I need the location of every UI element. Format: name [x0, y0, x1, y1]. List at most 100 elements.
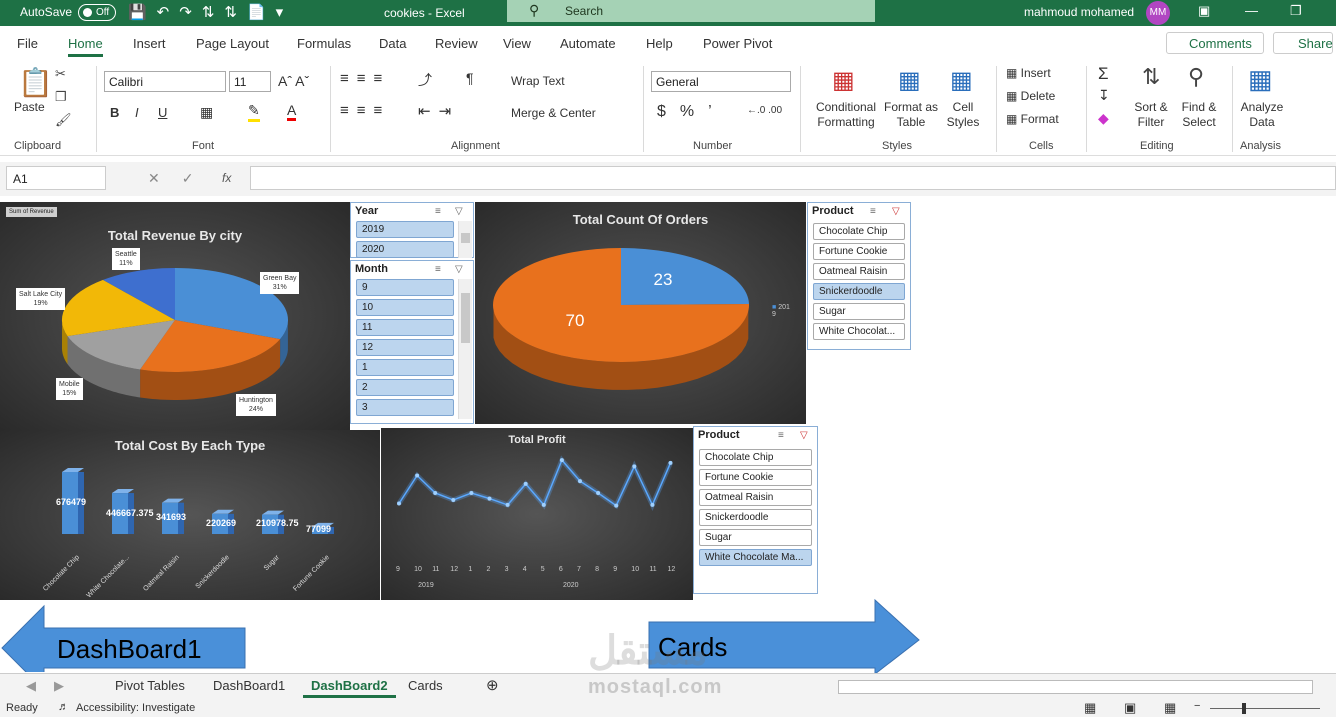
- autosum-icon[interactable]: Σ: [1098, 64, 1109, 84]
- conditional-formatting-button[interactable]: Conditional Formatting: [812, 100, 880, 130]
- slicer-item[interactable]: Sugar: [813, 303, 905, 320]
- restore-icon[interactable]: ❐: [1290, 3, 1302, 19]
- menu-view[interactable]: View: [503, 36, 531, 51]
- horizontal-align-icons[interactable]: ≡≡≡: [340, 102, 390, 119]
- format-table-icon[interactable]: ▦: [898, 66, 921, 95]
- fill-icon[interactable]: ↧: [1098, 87, 1110, 104]
- italic-button[interactable]: I: [135, 105, 139, 120]
- formula-icons[interactable]: ✕✓: [148, 170, 215, 187]
- analyze-data-button[interactable]: Analyze Data: [1238, 100, 1286, 130]
- slicer-item[interactable]: 12: [356, 339, 454, 356]
- worksheet[interactable]: Sum of Revenue Total Revenue By city Gre…: [0, 196, 1336, 674]
- share-button[interactable]: Share: [1273, 32, 1333, 54]
- delete-cells-button[interactable]: ▦ Delete: [1006, 89, 1055, 103]
- borders-icon[interactable]: ▦: [200, 104, 213, 121]
- slicer-item[interactable]: 9: [356, 279, 454, 296]
- menu-file[interactable]: File: [17, 36, 38, 51]
- horizontal-scrollbar[interactable]: [838, 680, 1313, 694]
- sort-filter-button[interactable]: Sort & Filter: [1130, 100, 1172, 130]
- search-box[interactable]: ⚲ Search: [507, 0, 875, 22]
- wrap-text-button[interactable]: Wrap Text: [511, 74, 565, 88]
- slicer-item[interactable]: Oatmeal Raisin: [813, 263, 905, 280]
- sort-filter-icon[interactable]: ⇅: [1142, 64, 1160, 90]
- menu-home[interactable]: Home: [68, 36, 103, 57]
- scroll-thumb[interactable]: [461, 233, 470, 243]
- font-color-icon[interactable]: A: [287, 102, 297, 121]
- multi-select-icon[interactable]: ≡: [870, 206, 876, 217]
- product-slicer-2[interactable]: Product ≡ ▽ Chocolate Chip Fortune Cookie…: [693, 426, 818, 594]
- menu-insert[interactable]: Insert: [133, 36, 166, 51]
- number-format-icons[interactable]: $%’: [657, 103, 726, 121]
- slicer-item[interactable]: 10: [356, 299, 454, 316]
- tab-dashboard2[interactable]: DashBoard2: [303, 678, 396, 698]
- normal-view-icon[interactable]: ▦: [1084, 700, 1096, 716]
- scroll-thumb[interactable]: [461, 293, 470, 343]
- number-format-select[interactable]: General: [651, 71, 791, 92]
- formula-input[interactable]: [250, 166, 1336, 190]
- menu-help[interactable]: Help: [646, 36, 673, 51]
- indent-icons[interactable]: ⇤⇥: [418, 102, 459, 120]
- cut-icon[interactable]: ✂: [55, 66, 66, 82]
- accessibility-icon[interactable]: ♬: [58, 701, 69, 713]
- add-sheet-icon[interactable]: ⊕: [486, 676, 499, 694]
- multi-select-icon[interactable]: ≡: [435, 206, 441, 217]
- profit-chart[interactable]: Total Profit 9 10 11 12 1 2 3 4 5 6 7 8 9 10 11 12 2019 2…: [381, 428, 693, 600]
- slicer-item[interactable]: 11: [356, 319, 454, 336]
- font-name-select[interactable]: Calibri: [104, 71, 226, 92]
- month-slicer[interactable]: Month ≡ ▽ 9 10 11 12 1 2 3: [350, 260, 474, 424]
- slicer-item[interactable]: 3: [356, 399, 454, 416]
- slicer-item[interactable]: Sugar: [699, 529, 812, 546]
- format-painter-icon[interactable]: 🖌: [55, 112, 72, 128]
- copy-icon[interactable]: ❐: [55, 89, 67, 105]
- autosave-toggle[interactable]: Off: [78, 4, 116, 21]
- orders-chart[interactable]: Total Count Of Orders 23 70 ■ 2019: [475, 202, 806, 424]
- orientation-icon[interactable]: ⤴: [418, 70, 432, 90]
- slicer-item[interactable]: White Chocolate Ma...: [699, 549, 812, 566]
- font-size-select[interactable]: 11: [229, 71, 271, 92]
- underline-button[interactable]: U: [158, 105, 167, 120]
- clear-filter-icon[interactable]: ▽: [455, 206, 463, 217]
- minimize-icon[interactable]: —: [1245, 3, 1258, 18]
- merge-center-button[interactable]: Merge & Center: [511, 106, 596, 120]
- slicer-item[interactable]: Chocolate Chip: [813, 223, 905, 240]
- page-break-view-icon[interactable]: ▦: [1164, 700, 1176, 716]
- next-sheet-icon[interactable]: ▶: [54, 678, 64, 694]
- slicer-scrollbar[interactable]: [458, 279, 472, 419]
- slicer-item[interactable]: White Chocolat...: [813, 323, 905, 340]
- slicer-item[interactable]: Snickerdoodle: [813, 283, 905, 300]
- menu-review[interactable]: Review: [435, 36, 478, 51]
- cost-chart[interactable]: Total Cost By Each Type 676479 Chocolate …: [0, 430, 380, 600]
- year-slicer[interactable]: Year ≡ ▽ 2019 2020: [350, 202, 474, 258]
- slicer-item[interactable]: 2: [356, 379, 454, 396]
- slicer-item[interactable]: Chocolate Chip: [699, 449, 812, 466]
- dashboard1-link[interactable]: DashBoard1: [57, 634, 202, 665]
- slicer-item[interactable]: 2020: [356, 241, 454, 258]
- format-cells-button[interactable]: ▦ Format: [1006, 112, 1059, 126]
- tab-pivot-tables[interactable]: Pivot Tables: [115, 678, 185, 693]
- slicer-item[interactable]: Snickerdoodle: [699, 509, 812, 526]
- zoom-slider[interactable]: [1210, 708, 1320, 709]
- revenue-chart[interactable]: Sum of Revenue Total Revenue By city Gre…: [0, 202, 350, 430]
- zoom-thumb[interactable]: [1242, 703, 1246, 714]
- find-select-button[interactable]: Find & Select: [1176, 100, 1222, 130]
- product-slicer-1[interactable]: Product ≡ ▽ Chocolate Chip Fortune Cookie…: [807, 202, 911, 350]
- tab-dashboard1[interactable]: DashBoard1: [213, 678, 285, 693]
- menu-page-layout[interactable]: Page Layout: [196, 36, 269, 51]
- insert-function-button[interactable]: fx: [222, 171, 231, 185]
- rtl-icon[interactable]: ¶: [466, 70, 474, 86]
- grow-font-icon[interactable]: Aˆ Aˇ: [278, 73, 309, 89]
- conditional-formatting-icon[interactable]: ▦: [832, 66, 855, 95]
- clear-filter-icon[interactable]: ▽: [455, 264, 463, 275]
- zoom-out-icon[interactable]: −: [1194, 700, 1200, 712]
- page-layout-view-icon[interactable]: ▣: [1124, 700, 1136, 716]
- avatar[interactable]: MM: [1146, 1, 1170, 25]
- slicer-item[interactable]: Fortune Cookie: [813, 243, 905, 260]
- cell-styles-button[interactable]: Cell Styles: [938, 100, 988, 130]
- paste-icon[interactable]: 📋: [18, 66, 53, 99]
- paste-button[interactable]: Paste: [14, 100, 45, 114]
- clear-icon[interactable]: ◆: [1098, 110, 1109, 127]
- slicer-item[interactable]: 1: [356, 359, 454, 376]
- quick-access-toolbar[interactable]: 💾↶↷⇅⇅📄▾: [128, 3, 293, 21]
- multi-select-icon[interactable]: ≡: [778, 430, 784, 441]
- analyze-data-icon[interactable]: ▦: [1248, 64, 1273, 95]
